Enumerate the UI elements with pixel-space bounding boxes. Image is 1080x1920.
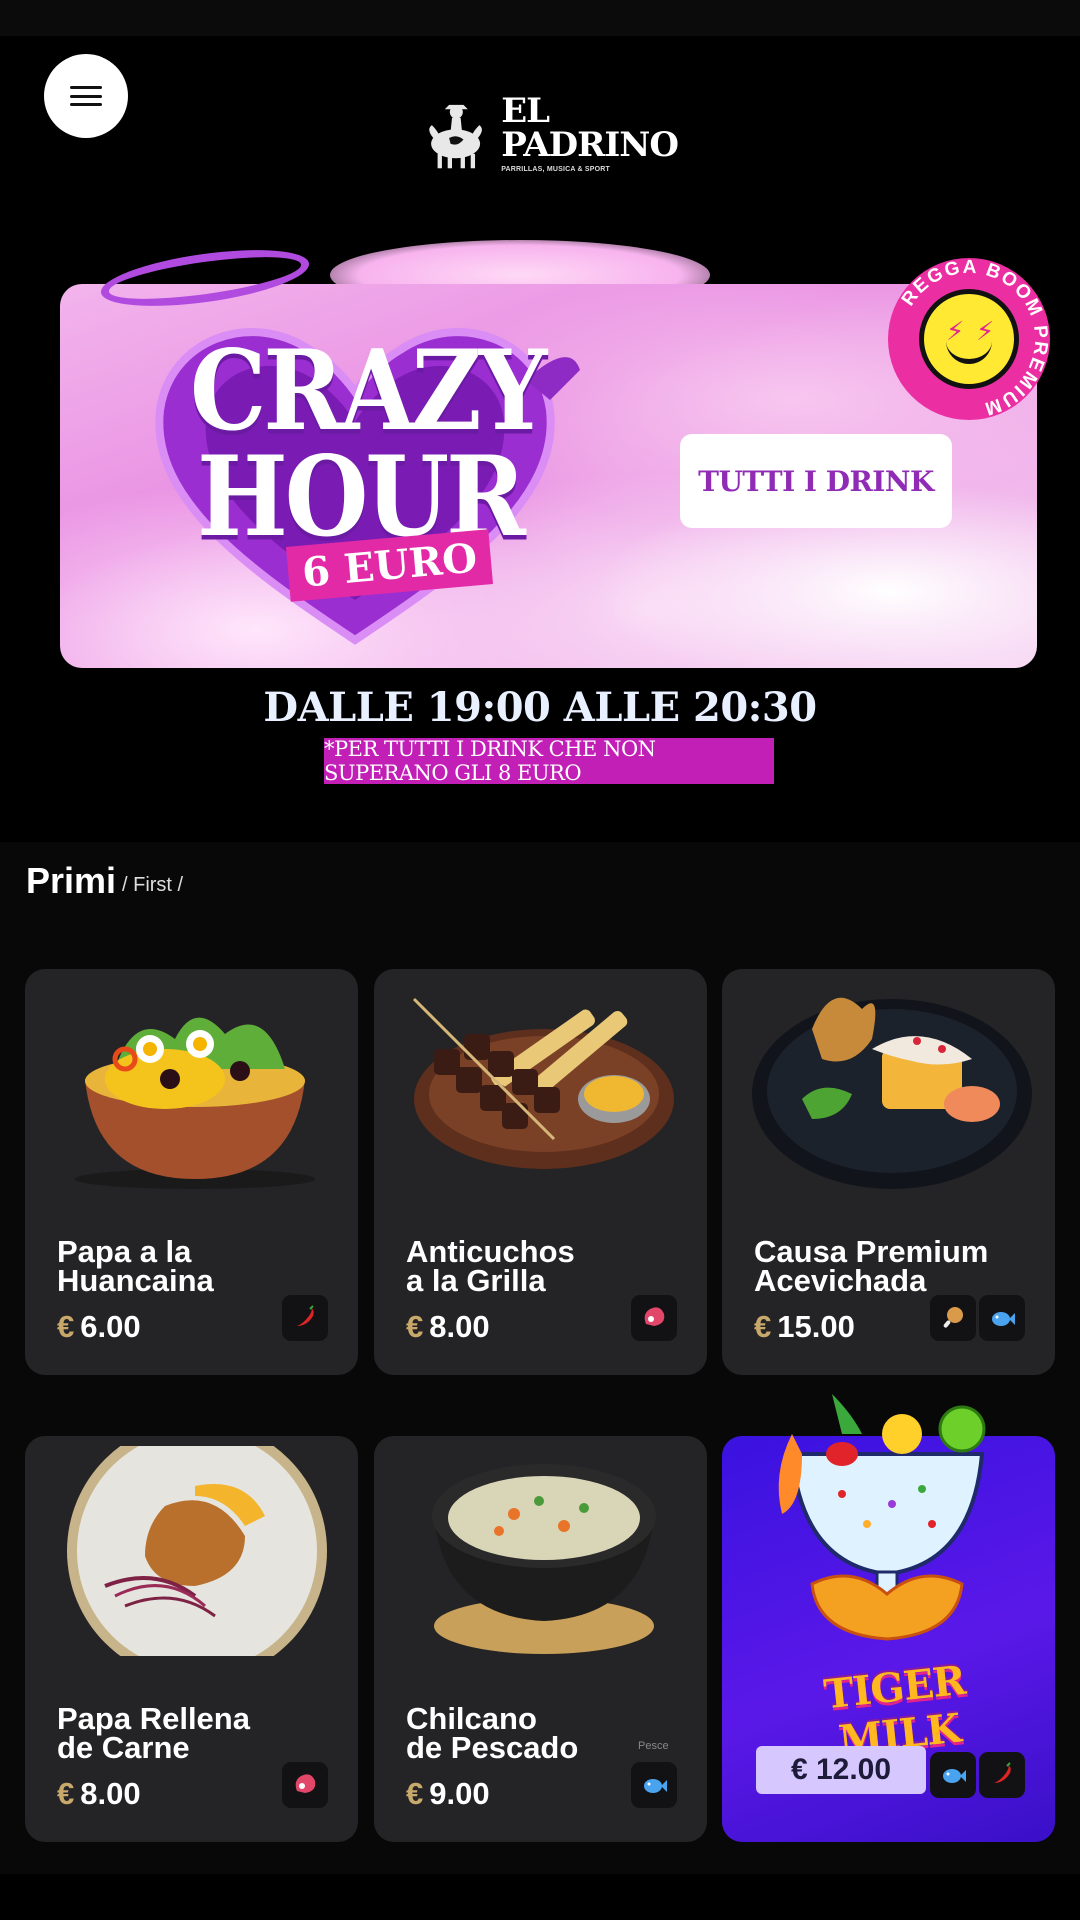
dish-image: [75, 1017, 315, 1189]
dish-price: €8.00: [57, 1776, 141, 1811]
bull-rider-icon: [429, 104, 482, 169]
spicy-badge: [979, 1752, 1025, 1798]
dish-name: Causa Premium Acevichada: [754, 1234, 989, 1298]
dish-card-papa-rellena[interactable]: Papa Rellena de Carne €8.00: [25, 1436, 358, 1842]
tiger-milk-illustration: [778, 1394, 986, 1641]
dish-price: €6.00: [57, 1309, 141, 1344]
dish-price: €8.00: [406, 1309, 490, 1344]
banner-note: *PER TUTTI I DRINK CHE NON SUPERANO GLI …: [324, 737, 774, 785]
dish-name: Papa a la Huancaina: [57, 1234, 214, 1298]
dish-card-causa-premium[interactable]: Causa Premium Acevichada €15.00: [722, 969, 1055, 1375]
banner-title: CRAZY HOUR: [190, 325, 547, 562]
section-subtitle: / First /: [122, 874, 184, 896]
meat-icon: [295, 1774, 316, 1793]
menu-page: EL PADRINO PARRILLAS, MUSICA & SPORT CRA…: [0, 0, 1080, 1920]
hamburger-icon: [70, 86, 102, 106]
fish-badge: [930, 1752, 976, 1798]
status-bar: [0, 0, 1080, 36]
feature-price: € 12.00: [756, 1746, 926, 1794]
dish-name: Anticuchos a la Grilla: [406, 1234, 575, 1298]
chicken-badge: [930, 1295, 976, 1341]
el-padrino-logo[interactable]: EL PADRINO PARRILLAS, MUSICA & SPORT: [416, 78, 679, 188]
badge-label: Pesce: [638, 1740, 669, 1752]
chili-icon: [994, 1762, 1011, 1783]
fish-icon: [992, 1312, 1015, 1326]
svg-text:REGGA BOOM PREMIUM: REGGA BOOM PREMIUM: [898, 258, 1050, 419]
fish-icon: [644, 1779, 667, 1793]
section-title: Primi: [26, 860, 117, 901]
dish-name: Chilcano de Pescado: [406, 1701, 579, 1765]
fish-badge: [631, 1762, 677, 1808]
banner-time: DALLE 19:00 ALLE 20:30: [263, 684, 817, 731]
feature-card-tiger-milk[interactable]: TIGER MILK € 12.00: [722, 1394, 1055, 1842]
meat-badge: [282, 1762, 328, 1808]
chicken-leg-icon: [943, 1307, 963, 1328]
dish-image: [412, 997, 674, 1169]
primi-section: Primi / First / Papa a la Huancaina €6.00: [0, 842, 1080, 1874]
all-drinks-button[interactable]: TUTTI I DRINK: [680, 434, 952, 528]
hamburger-menu-button[interactable]: [44, 54, 128, 138]
dish-image: [67, 1446, 327, 1656]
meat-badge: [631, 1295, 677, 1341]
spicy-badge: [282, 1295, 328, 1341]
dish-card-anticuchos[interactable]: Anticuchos a la Grilla €8.00: [374, 969, 707, 1375]
dish-name: Papa Rellena de Carne: [57, 1701, 250, 1765]
dish-price: €9.00: [406, 1776, 490, 1811]
dish-price: €15.00: [754, 1309, 855, 1344]
fish-badge: [979, 1295, 1025, 1341]
sticker-label: REGGA BOOM PREMIUM: [898, 258, 1050, 419]
dish-card-chilcano[interactable]: Chilcano de Pescado €9.00 Pesce: [374, 1436, 707, 1842]
meat-icon: [644, 1307, 665, 1326]
dish-card-papa-huancaina[interactable]: Papa a la Huancaina €6.00: [25, 969, 358, 1375]
dish-image: [432, 1464, 656, 1654]
dish-image: [752, 997, 1032, 1189]
logo-tagline: PARRILLAS, MUSICA & SPORT: [501, 165, 611, 173]
fish-icon: [943, 1769, 966, 1783]
logo-name: EL PADRINO: [501, 90, 679, 165]
chili-icon: [297, 1305, 314, 1326]
